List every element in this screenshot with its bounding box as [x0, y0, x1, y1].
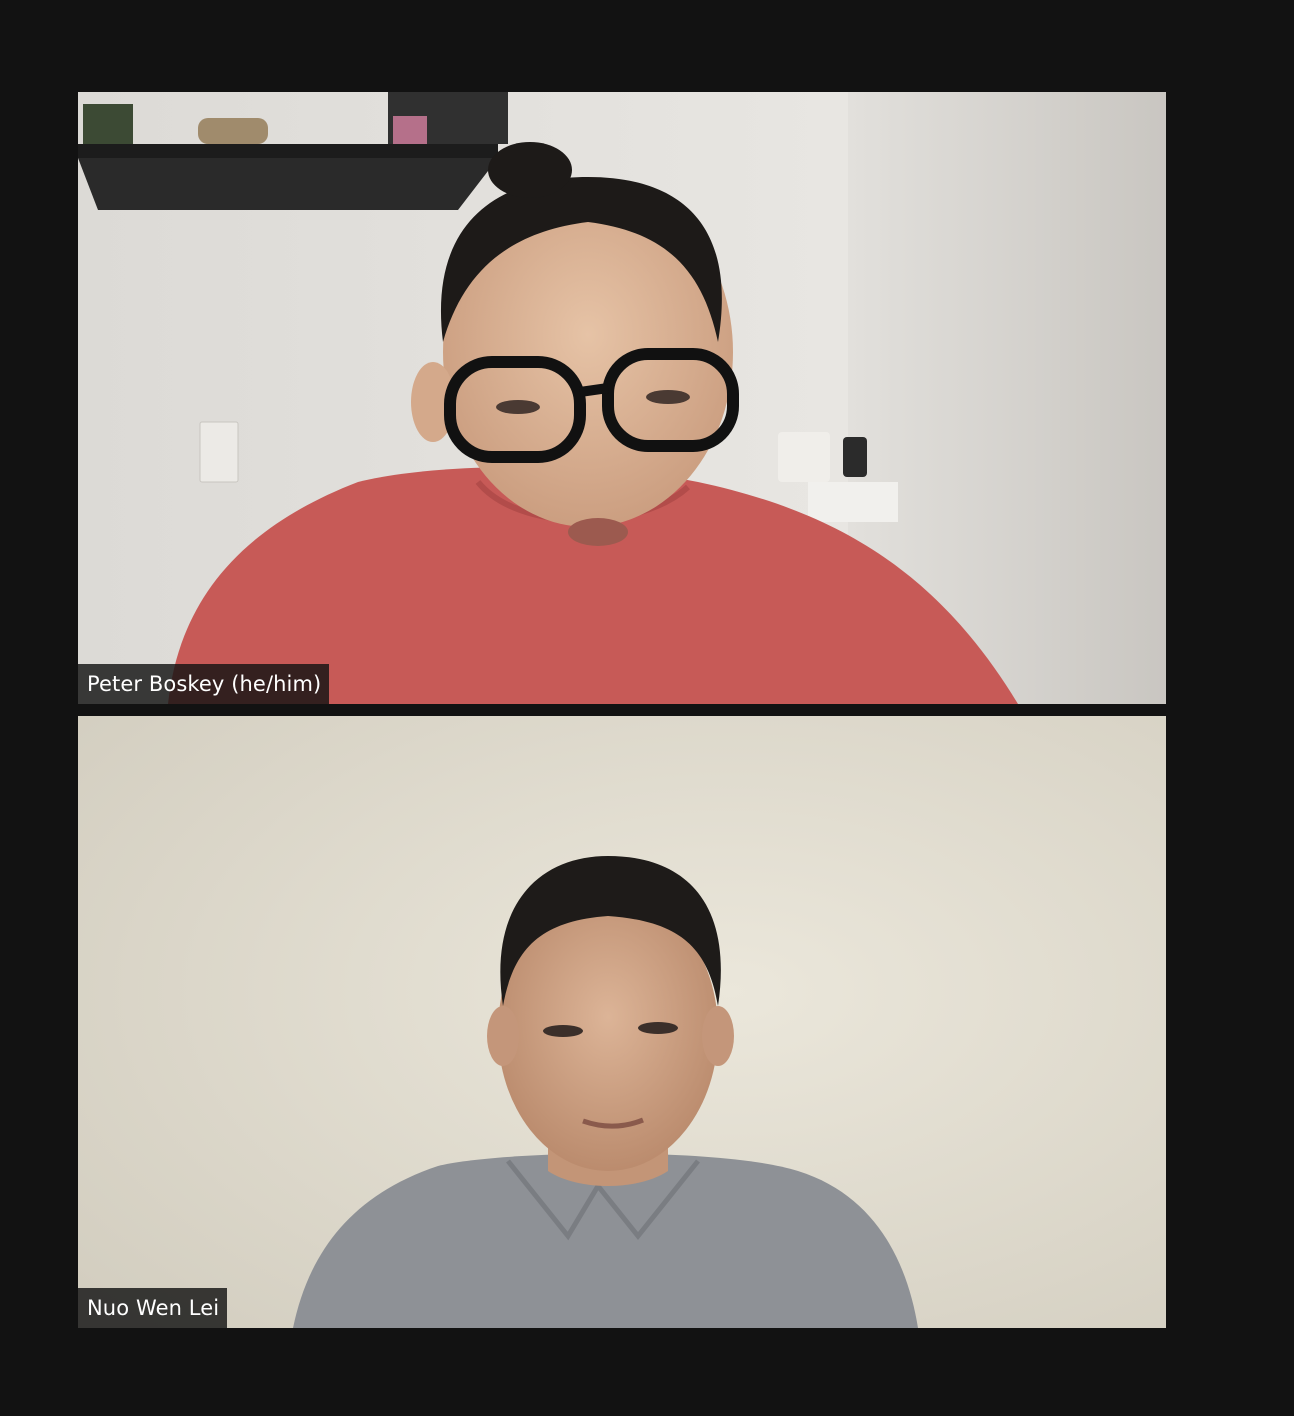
participant-video-feed	[78, 716, 1166, 1328]
meeting-gallery-view: Peter Boskey (he/him) Nuo Wen Lei	[0, 0, 1294, 1416]
participant-video-feed	[78, 92, 1166, 704]
participant-name-label: Nuo Wen Lei	[78, 1288, 228, 1328]
participant-video-tile[interactable]: Peter Boskey (he/him)	[78, 92, 1166, 704]
participant-video-tile[interactable]: Nuo Wen Lei	[78, 716, 1166, 1328]
participant-name-label: Peter Boskey (he/him)	[78, 664, 330, 704]
